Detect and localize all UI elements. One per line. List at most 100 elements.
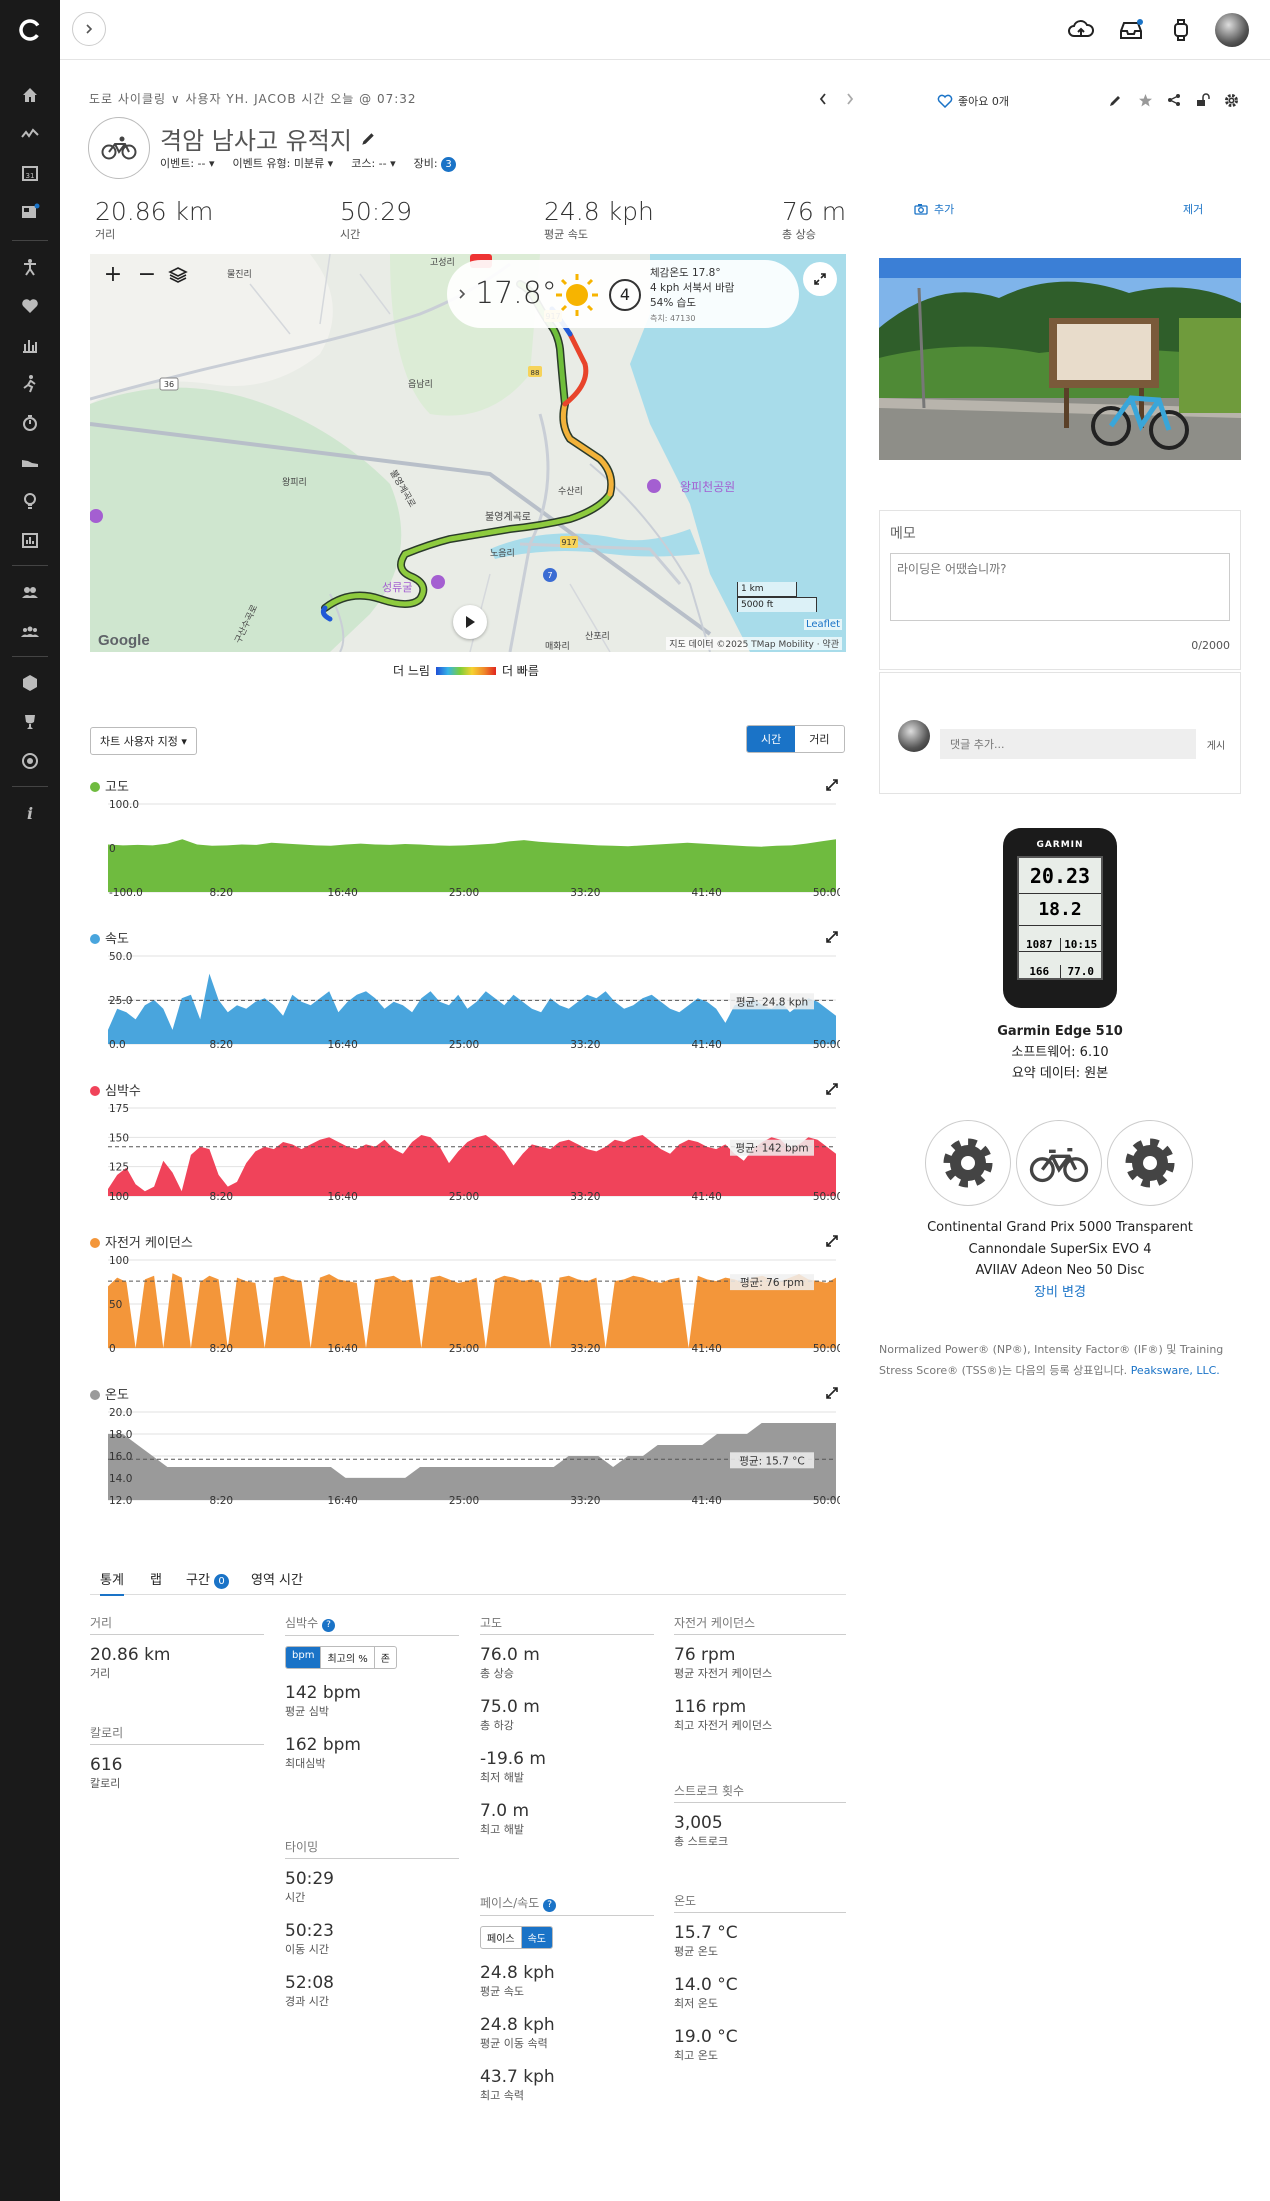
edit-title-pencil-icon[interactable]	[360, 131, 376, 147]
hr-unit-percent[interactable]: 최고의 %	[321, 1647, 375, 1668]
memo-textarea[interactable]	[890, 553, 1230, 621]
inbox-icon[interactable]	[1117, 16, 1145, 44]
like-button[interactable]: 좋아요 0개	[937, 93, 1009, 109]
gear-summary[interactable]: 장비: 3	[414, 155, 457, 172]
trophy-icon[interactable]	[0, 705, 60, 739]
gear-wheelset[interactable]	[1107, 1120, 1193, 1206]
leaflet-link[interactable]: Leaflet	[803, 619, 842, 630]
watch-device-icon[interactable]	[1167, 16, 1195, 44]
chart-cadence[interactable]: 자전거 케이던스 100 50 0 8:20 16:40 25:00 33:20 41:40 50…	[90, 1232, 846, 1372]
reports-icon[interactable]	[0, 523, 60, 557]
speed-avg-value: 24.8 kph	[480, 1963, 555, 1983]
chart-heart-rate[interactable]: 심박수 175 150 125 100 8:20 16:40 25:00 33:20 41:40 5…	[90, 1080, 846, 1220]
weather-expand-chevron-icon[interactable]	[457, 288, 467, 300]
trademark-notice: Normalized Power® (NP®), Intensity Facto…	[879, 1339, 1241, 1381]
connections-icon[interactable]	[0, 575, 60, 609]
cadence-max-value: 116 rpm	[674, 1697, 747, 1717]
star-icon[interactable]	[1138, 93, 1153, 112]
badges-icon[interactable]	[0, 666, 60, 700]
tab-stats[interactable]: 통계	[100, 1569, 124, 1596]
prev-activity-chevron-icon[interactable]	[818, 92, 828, 110]
block-cadence: 자전거 케이던스 76 rpm 평균 자전거 케이던스 116 rpm 최고 자전거…	[674, 1614, 846, 1749]
hr-unit-zone[interactable]: 존	[375, 1647, 396, 1668]
calendar-icon[interactable]: 31	[0, 156, 60, 190]
chart-plot[interactable]: 175 150 125 100 8:20 16:40 25:00 33:20 41:40 50:0…	[90, 1080, 840, 1224]
gear-bike[interactable]	[1016, 1120, 1102, 1206]
toggle-distance[interactable]: 거리	[795, 726, 843, 752]
activities-icon[interactable]	[0, 250, 60, 284]
toggle-pace[interactable]: 페이스	[481, 1927, 522, 1948]
activity-feed-icon[interactable]	[0, 117, 60, 151]
block-timing: 타이밍 50:29 시간 50:23 이동 시간 52:08 경과 시간	[285, 1838, 459, 2025]
comment-input[interactable]	[940, 729, 1196, 759]
health-heart-icon[interactable]	[0, 289, 60, 323]
news-icon[interactable]	[0, 195, 60, 229]
tab-segments[interactable]: 구간 0	[186, 1569, 230, 1589]
map-fullscreen-icon[interactable]	[803, 262, 837, 296]
gear-tire[interactable]	[925, 1120, 1011, 1206]
shoe-icon[interactable]	[0, 445, 60, 479]
pace-help-icon[interactable]: ?	[543, 1899, 557, 1912]
hr-unit-bpm[interactable]: bpm	[286, 1647, 322, 1668]
home-icon[interactable]	[0, 78, 60, 112]
activity-photo[interactable]	[879, 258, 1241, 460]
next-activity-chevron-icon[interactable]	[845, 92, 855, 110]
challenges-target-icon[interactable]	[0, 744, 60, 778]
event-type-dropdown[interactable]: 이벤트 유형: 미분류 ▾	[233, 155, 334, 172]
cloud-upload-icon[interactable]	[1067, 16, 1095, 44]
device-field-time: 10:15	[1064, 938, 1098, 951]
chart-plot[interactable]: 100.0 0 -100.0 8:20 16:40 25:00 33:20 41:40 50:0…	[90, 776, 840, 920]
activity-title[interactable]: 격암 남사고 유적지	[160, 121, 352, 156]
hr-max-label: 최대심박	[285, 1757, 326, 1770]
stopwatch-icon[interactable]	[0, 406, 60, 440]
chart-plot[interactable]: 50.0 25.0 0.0 8:20 16:40 25:00 33:20 41:40 50:00…	[90, 928, 840, 1072]
insights-bulb-icon[interactable]	[0, 484, 60, 518]
like-count: 좋아요 0개	[958, 95, 1009, 108]
edit-pencil-icon[interactable]	[1108, 94, 1122, 112]
chart-plot[interactable]: 100 50 0 8:20 16:40 25:00 33:20 41:40 50:00 평균: 7…	[90, 1232, 840, 1376]
course-dropdown[interactable]: 코스: -- ▾	[351, 155, 395, 172]
info-icon[interactable]: i	[0, 796, 60, 830]
peaksware-link[interactable]: Peaksware, LLC.	[1131, 1364, 1220, 1377]
road-number-7: 7	[547, 571, 552, 580]
zoom-in-icon[interactable]: +	[100, 262, 126, 287]
map-play-icon[interactable]	[453, 605, 487, 639]
tab-laps[interactable]: 랩	[150, 1569, 162, 1588]
post-comment-button[interactable]: 게시	[1196, 737, 1236, 752]
groups-icon[interactable]	[0, 614, 60, 648]
stat-speed-label: 평균 속도	[544, 228, 588, 241]
hr-help-icon[interactable]: ?	[321, 1619, 335, 1632]
distance-label: 거리	[90, 1667, 111, 1680]
map-layers-icon[interactable]	[168, 265, 188, 285]
add-photo-button[interactable]: 추가	[914, 201, 954, 217]
map-attribution[interactable]: 지도 데이터 ©2025 TMap Mobility · 약관	[666, 637, 842, 650]
toggle-time[interactable]: 시간	[747, 726, 796, 752]
share-icon[interactable]	[1167, 93, 1181, 111]
remove-photo-link[interactable]: 제거	[1183, 201, 1203, 217]
chart-x-tick: 25:00	[449, 1191, 479, 1203]
chart-temperature[interactable]: 온도 20.0 18.0 16.0 14.0 12.0 8:20 16:40 25:00 33:2…	[90, 1384, 846, 1524]
change-gear-link[interactable]: 장비 변경	[879, 1282, 1241, 1304]
breadcrumb[interactable]: 도로 사이클링 ∨ 사용자 YH. JACOB 시간 오늘 @ 07:32	[89, 90, 417, 107]
route-map[interactable]: 왕피천공원 불영계곡로 수산리 노음리 불영계곡로 읍남리 물진리 고성리 왕피…	[90, 254, 846, 652]
weather-widget[interactable]: 17.8° 4 체감온도 17.8° 4 kph 서북서 바람 54% 습도 측…	[447, 260, 799, 328]
block-elev-title: 고도	[480, 1614, 654, 1635]
training-icon[interactable]	[0, 367, 60, 401]
event-dropdown[interactable]: 이벤트: -- ▾	[160, 155, 215, 172]
chart-x-tick: 8:20	[210, 1495, 234, 1507]
toggle-speed[interactable]: 속도	[521, 1927, 553, 1948]
user-avatar[interactable]	[1215, 13, 1249, 47]
chart-plot[interactable]: 20.0 18.0 16.0 14.0 12.0 8:20 16:40 25:00 33:20 4…	[90, 1384, 840, 1528]
garmin-connect-logo[interactable]	[12, 12, 48, 48]
stats-bar-icon[interactable]	[0, 328, 60, 362]
chart-elevation[interactable]: 고도 100.0 0 -100.0 8:20 16:40 25:00 33:20 41:40 50…	[90, 776, 846, 916]
zoom-out-icon[interactable]: −	[134, 262, 160, 287]
map-label-wangpi: 왕피리	[282, 477, 307, 488]
settings-gear-icon[interactable]	[1224, 93, 1239, 112]
unlock-icon[interactable]	[1196, 93, 1210, 111]
chart-customize-dropdown[interactable]: 차트 사용자 지정 ▾	[90, 727, 197, 755]
tab-zones[interactable]: 영역 시간	[251, 1569, 303, 1588]
expand-sidebar-button[interactable]	[72, 12, 106, 46]
strokes-value: 3,005	[674, 1813, 723, 1833]
chart-speed[interactable]: 속도 50.0 25.0 0.0 8:20 16:40 25:00 33:20 41:40 50:…	[90, 928, 846, 1068]
